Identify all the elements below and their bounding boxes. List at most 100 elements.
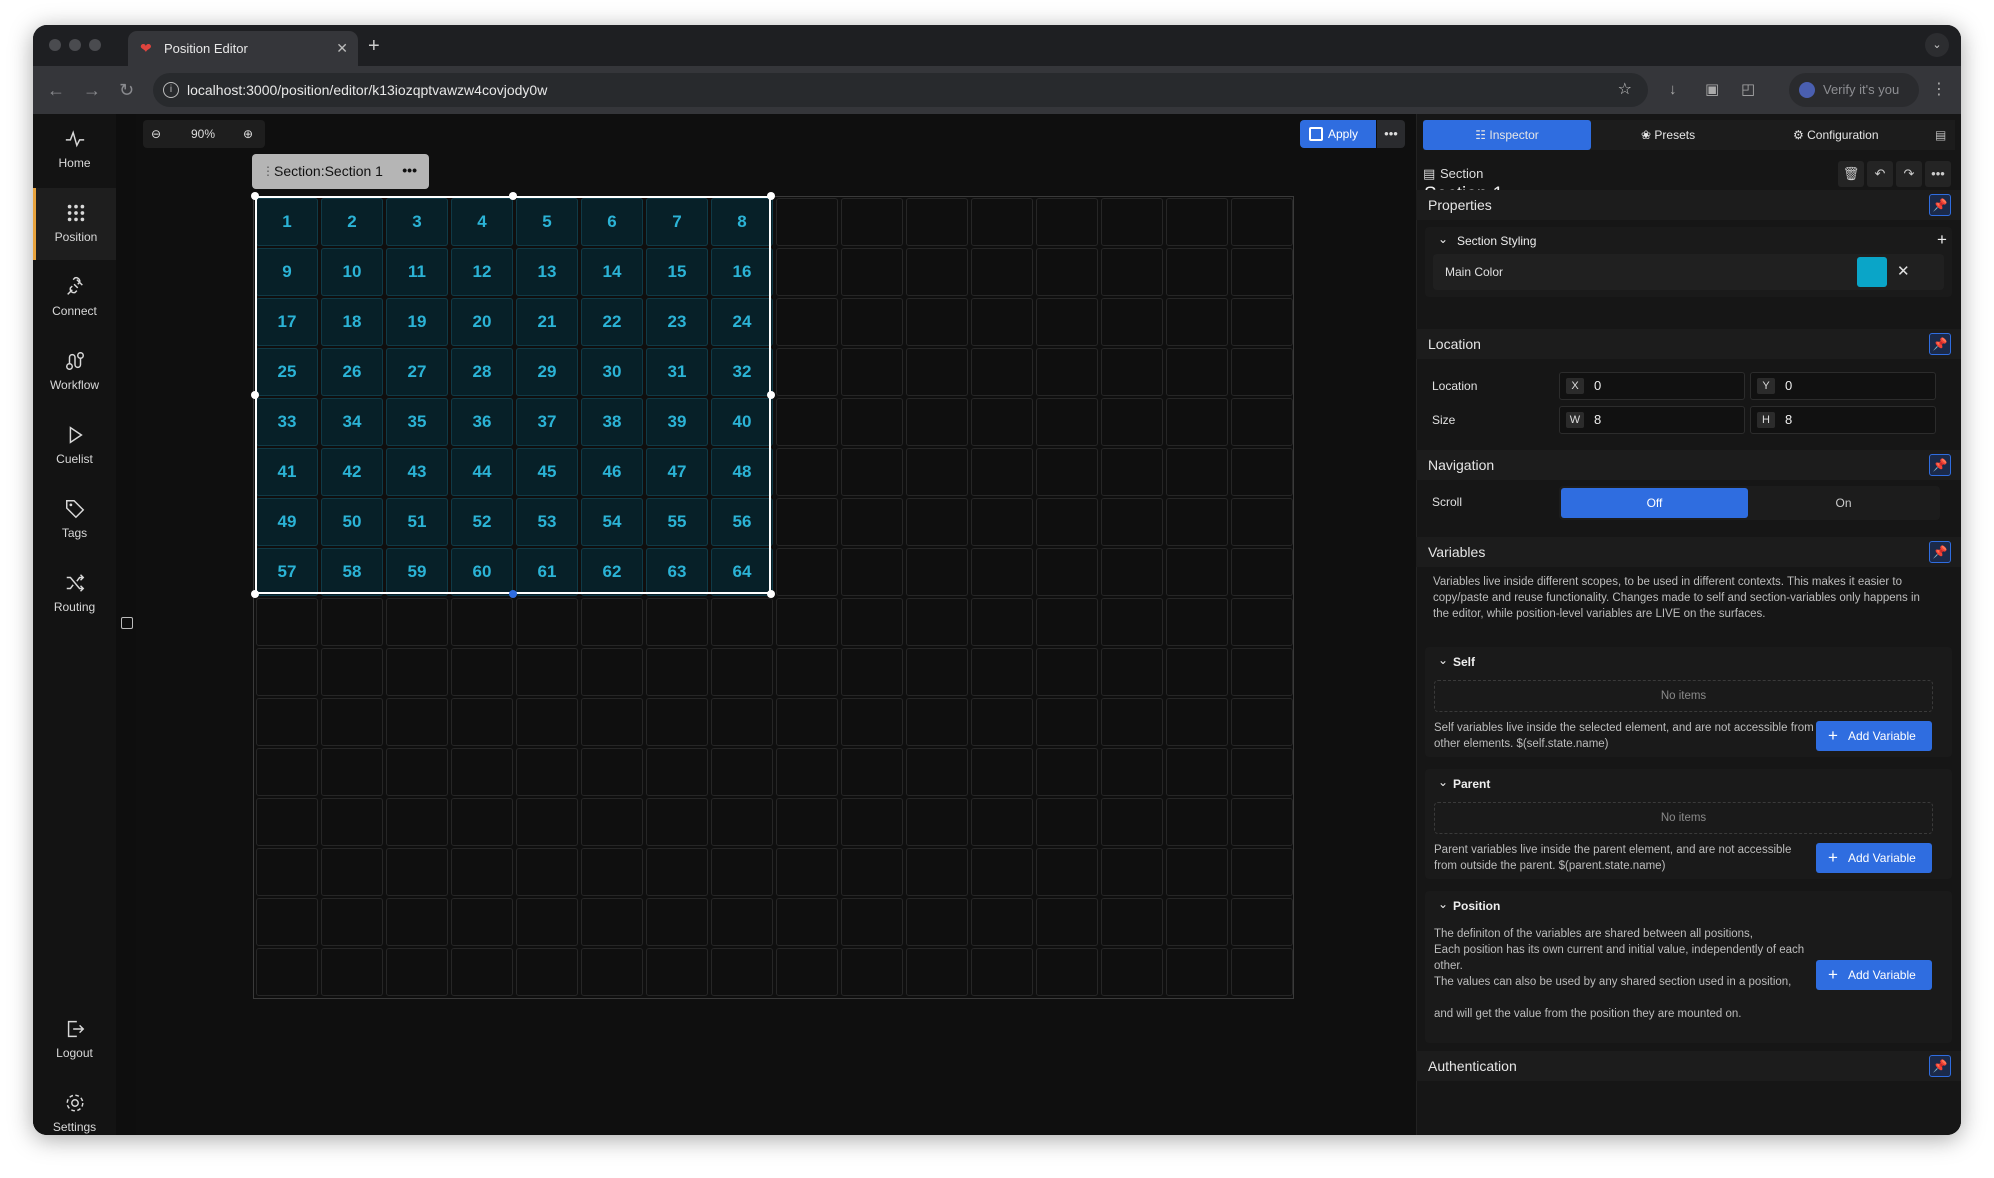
rail-item-connect[interactable]: Connect (33, 262, 116, 334)
grid-cell[interactable] (1101, 248, 1163, 296)
grid-cell[interactable] (776, 348, 838, 396)
grid-cell[interactable] (646, 948, 708, 996)
grid-cell[interactable] (1166, 448, 1228, 496)
tab-presets[interactable]: ❀ Presets (1641, 120, 1761, 150)
rail-item-home[interactable]: Home (33, 114, 116, 186)
grid-cell[interactable] (256, 648, 318, 696)
grid-cell[interactable] (1036, 348, 1098, 396)
grid-cell[interactable] (1101, 198, 1163, 246)
grid-cell[interactable] (581, 848, 643, 896)
grid-cell[interactable] (1036, 698, 1098, 746)
grid-cell[interactable] (711, 848, 773, 896)
grid-cell[interactable] (776, 648, 838, 696)
pin-icon[interactable]: 📌 (1929, 454, 1951, 476)
grid-cell[interactable] (971, 848, 1033, 896)
grid-cell[interactable] (256, 848, 318, 896)
site-info-icon[interactable]: i (163, 82, 179, 98)
grid-cell[interactable] (971, 698, 1033, 746)
grid-cell[interactable] (256, 798, 318, 846)
grid-cell[interactable] (516, 798, 578, 846)
grid-cell[interactable] (776, 298, 838, 346)
grid-cell[interactable] (386, 848, 448, 896)
pin-icon[interactable]: 📌 (1929, 194, 1951, 216)
grid-cell[interactable] (1166, 598, 1228, 646)
grid-cell[interactable] (841, 748, 903, 796)
rail-item-routing[interactable]: Routing (33, 558, 116, 630)
grid-cell[interactable] (451, 698, 513, 746)
section-menu-icon[interactable]: ••• (402, 153, 417, 188)
grid-cell[interactable] (841, 398, 903, 446)
grid-cell[interactable] (1231, 498, 1293, 546)
grid-cell[interactable] (451, 598, 513, 646)
grid-cell[interactable] (1101, 698, 1163, 746)
grid-cell[interactable] (841, 248, 903, 296)
reload-icon[interactable]: ↻ (119, 78, 134, 102)
grid-cell[interactable] (906, 248, 968, 296)
grid-cell[interactable] (1036, 648, 1098, 696)
grid-cell[interactable] (1036, 898, 1098, 946)
grid-cell[interactable] (971, 548, 1033, 596)
grid-cell[interactable] (451, 898, 513, 946)
grid-cell[interactable] (776, 198, 838, 246)
section-tag[interactable]: ⋮⋮ Section:Section 1 ••• (252, 154, 429, 189)
download-icon[interactable]: ↓ (1669, 79, 1677, 101)
grid-cell[interactable] (1231, 798, 1293, 846)
grid-cell[interactable] (516, 748, 578, 796)
resize-handle[interactable] (767, 391, 775, 399)
grid-cell[interactable] (1166, 248, 1228, 296)
pin-icon[interactable]: 📌 (1929, 333, 1951, 355)
grid-cell[interactable] (1231, 598, 1293, 646)
grid-cell[interactable] (906, 748, 968, 796)
grid-cell[interactable] (1101, 898, 1163, 946)
grid-cell[interactable] (971, 348, 1033, 396)
grid-cell[interactable] (646, 848, 708, 896)
grid-cell[interactable] (906, 848, 968, 896)
grid-cell[interactable] (646, 898, 708, 946)
chevron-down-icon[interactable]: ⌄ (1438, 653, 1448, 667)
grid-cell[interactable] (581, 598, 643, 646)
grid-cell[interactable] (256, 948, 318, 996)
grid-cell[interactable] (906, 648, 968, 696)
grid-cell[interactable] (776, 798, 838, 846)
grid-cell[interactable] (711, 648, 773, 696)
grid-cell[interactable] (841, 848, 903, 896)
pin-icon[interactable]: 📌 (1929, 541, 1951, 563)
grid-cell[interactable] (321, 698, 383, 746)
rail-item-workflow[interactable]: Workflow (33, 336, 116, 408)
grid-cell[interactable] (256, 698, 318, 746)
resize-handle[interactable] (251, 590, 259, 598)
grid-cell[interactable] (581, 798, 643, 846)
add-position-variable-button[interactable]: + Add Variable (1816, 960, 1932, 990)
grid-cell[interactable] (1231, 548, 1293, 596)
scroll-on-button[interactable]: On (1750, 488, 1937, 518)
grid-cell[interactable] (1101, 298, 1163, 346)
grid-cell[interactable] (906, 548, 968, 596)
grid-cell[interactable] (451, 798, 513, 846)
grid-cell[interactable] (321, 798, 383, 846)
grid-cell[interactable] (1231, 448, 1293, 496)
grid-cell[interactable] (321, 748, 383, 796)
grid-cell[interactable] (711, 898, 773, 946)
redo-icon[interactable]: ↷ (1896, 161, 1922, 187)
grid-cell[interactable] (1036, 448, 1098, 496)
grid-cell[interactable] (776, 598, 838, 646)
add-parent-variable-button[interactable]: + Add Variable (1816, 843, 1932, 873)
grid-cell[interactable] (581, 898, 643, 946)
rail-item-position[interactable]: Position (33, 188, 116, 260)
grid-cell[interactable] (1231, 348, 1293, 396)
grid-cell[interactable] (906, 898, 968, 946)
grid-cell[interactable] (841, 898, 903, 946)
grid-cell[interactable] (1101, 748, 1163, 796)
grid-cell[interactable] (776, 398, 838, 446)
grid-cell[interactable] (776, 748, 838, 796)
grid-cell[interactable] (1166, 198, 1228, 246)
grid-cell[interactable] (1231, 648, 1293, 696)
resize-handle[interactable] (509, 590, 517, 598)
grid-cell[interactable] (971, 598, 1033, 646)
grid-cell[interactable] (1036, 198, 1098, 246)
grid-cell[interactable] (581, 698, 643, 746)
grid-cell[interactable] (776, 498, 838, 546)
grid-cell[interactable] (1036, 948, 1098, 996)
grid-cell[interactable] (1166, 298, 1228, 346)
rail-item-logout[interactable]: Logout (33, 1004, 116, 1076)
